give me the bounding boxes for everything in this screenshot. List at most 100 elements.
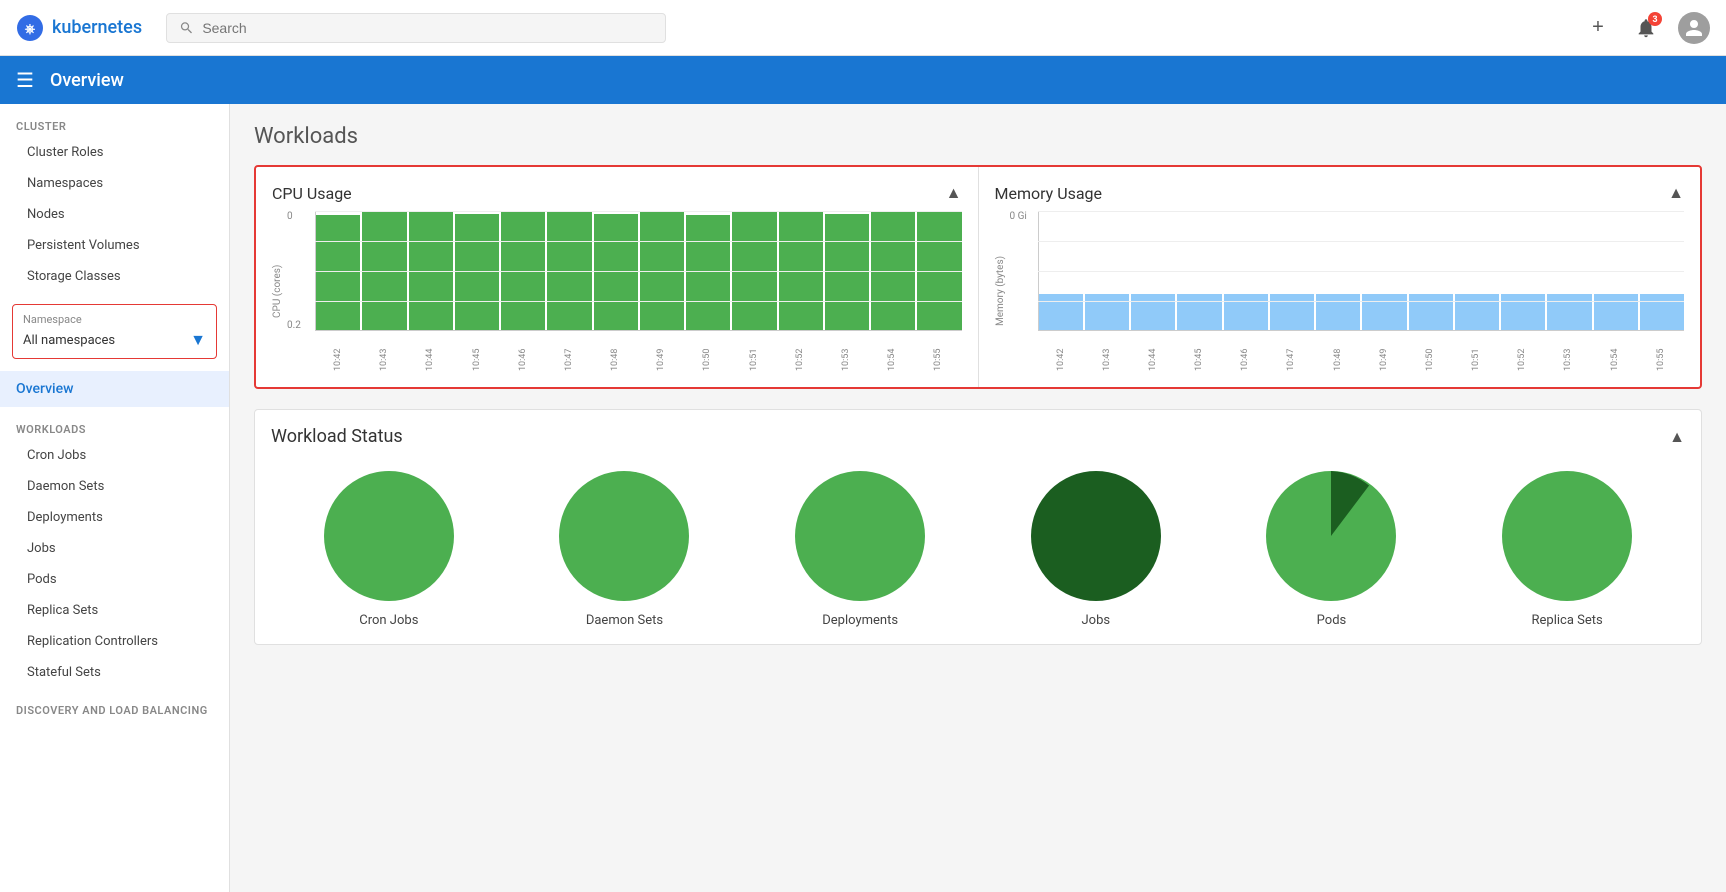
cpu-x-label: 10:52 bbox=[795, 335, 805, 371]
cpu-x-label: 10:53 bbox=[841, 335, 851, 371]
mem-x-label: 10:55 bbox=[1656, 335, 1666, 371]
pods-label: Pods bbox=[1317, 613, 1347, 628]
sidebar-item-replication-controllers[interactable]: Replication Controllers bbox=[0, 626, 229, 657]
user-icon bbox=[1684, 18, 1704, 38]
pie-item-pods: Pods bbox=[1266, 471, 1396, 628]
daemon-sets-label: Daemon Sets bbox=[586, 613, 663, 628]
grid-line bbox=[1038, 301, 1685, 302]
search-input[interactable] bbox=[202, 20, 653, 36]
cpu-x-label: 10:49 bbox=[656, 335, 666, 371]
topbar: ⎈ kubernetes + 3 bbox=[0, 0, 1726, 56]
sidebar-item-deployments[interactable]: Deployments bbox=[0, 502, 229, 533]
sidebar-item-pods[interactable]: Pods bbox=[0, 564, 229, 595]
discovery-label: Discovery and Load Balancing bbox=[0, 688, 229, 721]
namespace-select[interactable]: All namespaces ▼ bbox=[23, 330, 206, 350]
workload-status-collapse-button[interactable]: ▲ bbox=[1669, 427, 1685, 447]
sidebar-item-storage-classes[interactable]: Storage Classes bbox=[0, 261, 229, 292]
memory-chart-title: Memory Usage bbox=[995, 184, 1103, 203]
cron-jobs-pie bbox=[324, 471, 454, 601]
mem-x-label: 10:49 bbox=[1379, 335, 1389, 371]
cpu-y-label: CPU (cores) bbox=[272, 211, 283, 371]
sidebar-item-overview[interactable]: Overview bbox=[0, 371, 229, 407]
workload-status-section: Workload Status ▲ Cron Jobs Daemon Sets bbox=[254, 409, 1702, 645]
namespace-label: Namespace bbox=[23, 313, 206, 326]
cpu-x-label: 10:46 bbox=[518, 335, 528, 371]
cpu-x-label: 10:45 bbox=[472, 335, 482, 371]
cpu-grid bbox=[315, 211, 962, 331]
cpu-chart-area: CPU (cores) 0.2 0 bbox=[272, 211, 962, 371]
cpu-bars bbox=[315, 211, 962, 331]
cpu-y-axis: 0.2 0 bbox=[287, 211, 315, 331]
cpu-chart-header: CPU Usage ▲ bbox=[272, 183, 962, 203]
grid-line bbox=[315, 241, 962, 242]
cpu-collapse-button[interactable]: ▲ bbox=[946, 183, 962, 203]
logo-text: kubernetes bbox=[52, 17, 142, 38]
mem-x-label: 10:42 bbox=[1056, 335, 1066, 371]
memory-chart-with-axis: 0 Gi bbox=[1010, 211, 1685, 331]
pie-item-replica-sets: Replica Sets bbox=[1502, 471, 1632, 628]
namespace-selector[interactable]: Namespace All namespaces ▼ bbox=[12, 304, 217, 359]
sidebar-item-stateful-sets[interactable]: Stateful Sets bbox=[0, 657, 229, 688]
deployments-pie bbox=[795, 471, 925, 601]
grid-line bbox=[315, 301, 962, 302]
grid-line bbox=[1038, 211, 1685, 212]
memory-y-label: Memory (bytes) bbox=[995, 211, 1006, 371]
workloads-label: Workloads bbox=[0, 407, 229, 440]
mem-x-label: 10:43 bbox=[1102, 335, 1112, 371]
charts-container: CPU Usage ▲ CPU (cores) 0.2 0 bbox=[254, 165, 1702, 389]
sidebar-item-nodes[interactable]: Nodes bbox=[0, 199, 229, 230]
cpu-x-label: 10:50 bbox=[702, 335, 712, 371]
user-avatar[interactable] bbox=[1678, 12, 1710, 44]
sidebar-item-replica-sets[interactable]: Replica Sets bbox=[0, 595, 229, 626]
section-header: ☰ Overview bbox=[0, 56, 1726, 104]
grid-line bbox=[1038, 241, 1685, 242]
cpu-x-label: 10:51 bbox=[749, 335, 759, 371]
sidebar: Cluster Cluster Roles Namespaces Nodes P… bbox=[0, 104, 230, 892]
sidebar-item-daemon-sets[interactable]: Daemon Sets bbox=[0, 471, 229, 502]
grid-line bbox=[315, 211, 962, 212]
replica-sets-label: Replica Sets bbox=[1532, 613, 1603, 628]
memory-collapse-button[interactable]: ▲ bbox=[1668, 183, 1684, 203]
cpu-x-label: 10:48 bbox=[610, 335, 620, 371]
search-icon bbox=[179, 20, 194, 36]
replica-sets-pie bbox=[1502, 471, 1632, 601]
notifications-button[interactable]: 3 bbox=[1630, 12, 1662, 44]
svg-text:⎈: ⎈ bbox=[25, 22, 36, 37]
pie-item-jobs: Jobs bbox=[1031, 471, 1161, 628]
sidebar-item-persistent-volumes[interactable]: Persistent Volumes bbox=[0, 230, 229, 261]
chevron-down-icon: ▼ bbox=[190, 330, 206, 350]
pie-charts-row: Cron Jobs Daemon Sets Deployments bbox=[271, 471, 1685, 628]
section-title: Overview bbox=[50, 70, 124, 91]
page-title: Workloads bbox=[254, 124, 1702, 149]
sidebar-item-cluster-roles[interactable]: Cluster Roles bbox=[0, 137, 229, 168]
layout: Cluster Cluster Roles Namespaces Nodes P… bbox=[0, 104, 1726, 892]
cpu-x-label: 10:47 bbox=[564, 335, 574, 371]
sidebar-item-cron-jobs[interactable]: Cron Jobs bbox=[0, 440, 229, 471]
sidebar-item-namespaces[interactable]: Namespaces bbox=[0, 168, 229, 199]
add-button[interactable]: + bbox=[1582, 12, 1614, 44]
workload-status-header: Workload Status ▲ bbox=[271, 426, 1685, 447]
memory-grid bbox=[1038, 211, 1685, 331]
deployments-label: Deployments bbox=[822, 613, 898, 628]
workload-status-title: Workload Status bbox=[271, 426, 403, 447]
logo[interactable]: ⎈ kubernetes bbox=[16, 14, 142, 42]
mem-x-label: 10:44 bbox=[1148, 335, 1158, 371]
mem-x-label: 10:46 bbox=[1240, 335, 1250, 371]
mem-x-label: 10:45 bbox=[1194, 335, 1204, 371]
notification-badge: 3 bbox=[1648, 12, 1662, 26]
jobs-pie bbox=[1031, 471, 1161, 601]
cpu-chart-title: CPU Usage bbox=[272, 184, 352, 203]
cpu-chart-panel: CPU Usage ▲ CPU (cores) 0.2 0 bbox=[256, 167, 979, 387]
search-box[interactable] bbox=[166, 13, 666, 43]
cpu-chart-with-axis: 0.2 0 bbox=[287, 211, 962, 331]
menu-icon[interactable]: ☰ bbox=[16, 68, 34, 92]
sidebar-item-jobs[interactable]: Jobs bbox=[0, 533, 229, 564]
grid-line bbox=[1038, 271, 1685, 272]
cluster-label: Cluster bbox=[0, 104, 229, 137]
cpu-x-label: 10:43 bbox=[379, 335, 389, 371]
memory-chart-area: Memory (bytes) 0 Gi bbox=[995, 211, 1685, 371]
pods-pie bbox=[1266, 471, 1396, 601]
memory-x-labels: 10:4210:4310:4410:4510:4610:4710:4810:49… bbox=[1010, 335, 1685, 371]
namespace-value: All namespaces bbox=[23, 333, 115, 348]
cpu-x-label: 10:42 bbox=[333, 335, 343, 371]
